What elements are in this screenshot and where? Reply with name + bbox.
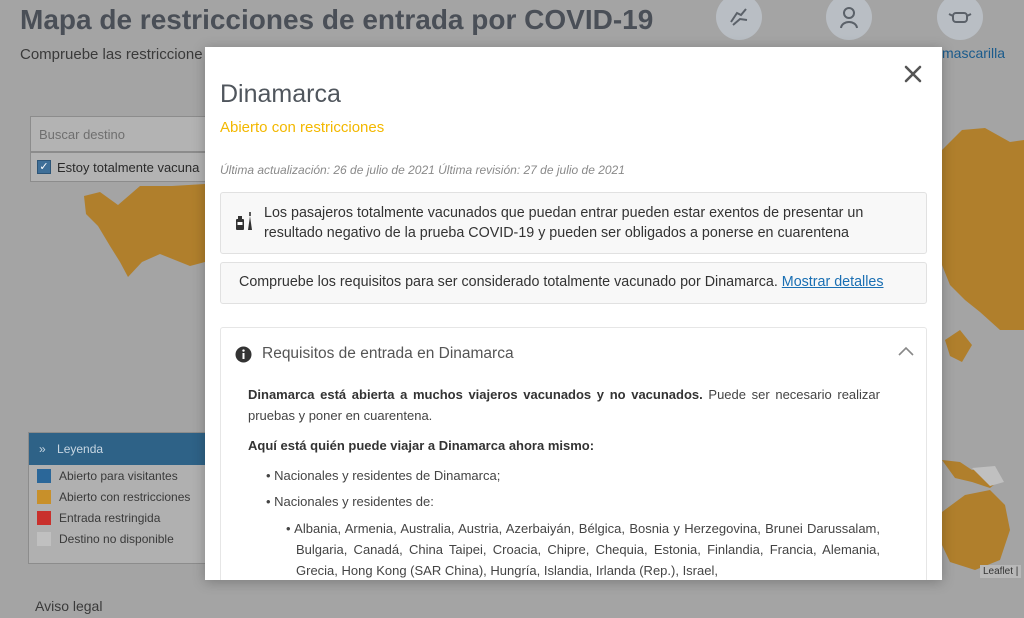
legal-notice-link[interactable]: Aviso legal (35, 598, 102, 614)
country-title: Dinamarca (220, 80, 341, 108)
show-details-link[interactable]: Mostrar detalles (782, 274, 884, 290)
accordion-title: Requisitos de entrada en Dinamarca (262, 345, 514, 362)
vaccinated-checkbox[interactable]: ✓ Estoy totalmente vacuna (30, 152, 210, 182)
legend-title: Leyenda (57, 442, 104, 456)
requirements-box: Compruebe los requisitos para ser consid… (220, 262, 927, 304)
page-subtitle: Compruebe las restriccione (20, 46, 203, 63)
close-button[interactable] (902, 63, 924, 85)
vaccinated-notice-text: Los pasajeros totalmente vacunados que p… (264, 205, 864, 241)
update-info: Última actualización: 26 de julio de 202… (220, 163, 625, 177)
chevron-up-icon[interactable] (897, 345, 915, 357)
legend-swatch (37, 489, 51, 504)
leaflet-attribution[interactable]: Leaflet | (980, 565, 1022, 578)
page-title: Mapa de restricciones de entrada por COV… (20, 4, 654, 35)
accordion-body: Dinamarca está abierta a muchos viajeros… (248, 384, 880, 580)
checkmark-icon[interactable]: ✓ (37, 160, 51, 174)
legend-item: Entrada restringida (29, 507, 207, 528)
legend-swatch (37, 531, 51, 546)
legend: » Leyenda Abierto para visitantes Abiert… (28, 432, 208, 564)
search-input[interactable]: Buscar destino (30, 116, 210, 152)
legend-label: Destino no disponible (59, 531, 174, 546)
vaccinated-notice: Los pasajeros totalmente vacunados que p… (220, 192, 927, 254)
country-modal: Dinamarca Abierto con restricciones Últi… (205, 47, 942, 580)
list-item: • Nacionales y residentes de: (266, 494, 434, 509)
vaccine-icon (236, 212, 252, 230)
accordion-header[interactable]: Requisitos de entrada en Dinamarca (235, 343, 915, 365)
legend-item: Abierto para visitantes (29, 465, 207, 486)
status-label: Abierto con restricciones (220, 119, 385, 136)
country-list: • Albania, Armenia, Australia, Austria, … (286, 521, 880, 578)
legend-swatch (37, 468, 51, 483)
mask-label[interactable]: mascarilla (942, 45, 1005, 61)
lead-paragraph: Dinamarca está abierta a muchos viajeros… (248, 384, 880, 426)
legend-label: Abierto con restricciones (59, 489, 191, 504)
entry-requirements-accordion: Requisitos de entrada en Dinamarca Dinam… (220, 327, 927, 580)
requirements-text: Compruebe los requisitos para ser consid… (239, 274, 778, 290)
who-can-travel-heading: Aquí está quién puede viajar a Dinamarca… (248, 438, 595, 453)
close-icon[interactable] (902, 63, 924, 85)
vaccinated-label: Estoy totalmente vacuna (57, 159, 200, 175)
legend-swatch (37, 510, 51, 525)
legend-label: Abierto para visitantes (59, 468, 178, 483)
legend-item: Abierto con restricciones (29, 486, 207, 507)
legend-header[interactable]: » Leyenda (29, 433, 207, 465)
info-icon (235, 346, 252, 362)
legend-item: Destino no disponible (29, 528, 207, 549)
legend-label: Entrada restringida (59, 510, 161, 525)
lead-bold: Dinamarca está abierta a muchos viajeros… (248, 387, 703, 402)
list-item: • Nacionales y residentes de Dinamarca; (266, 468, 501, 483)
